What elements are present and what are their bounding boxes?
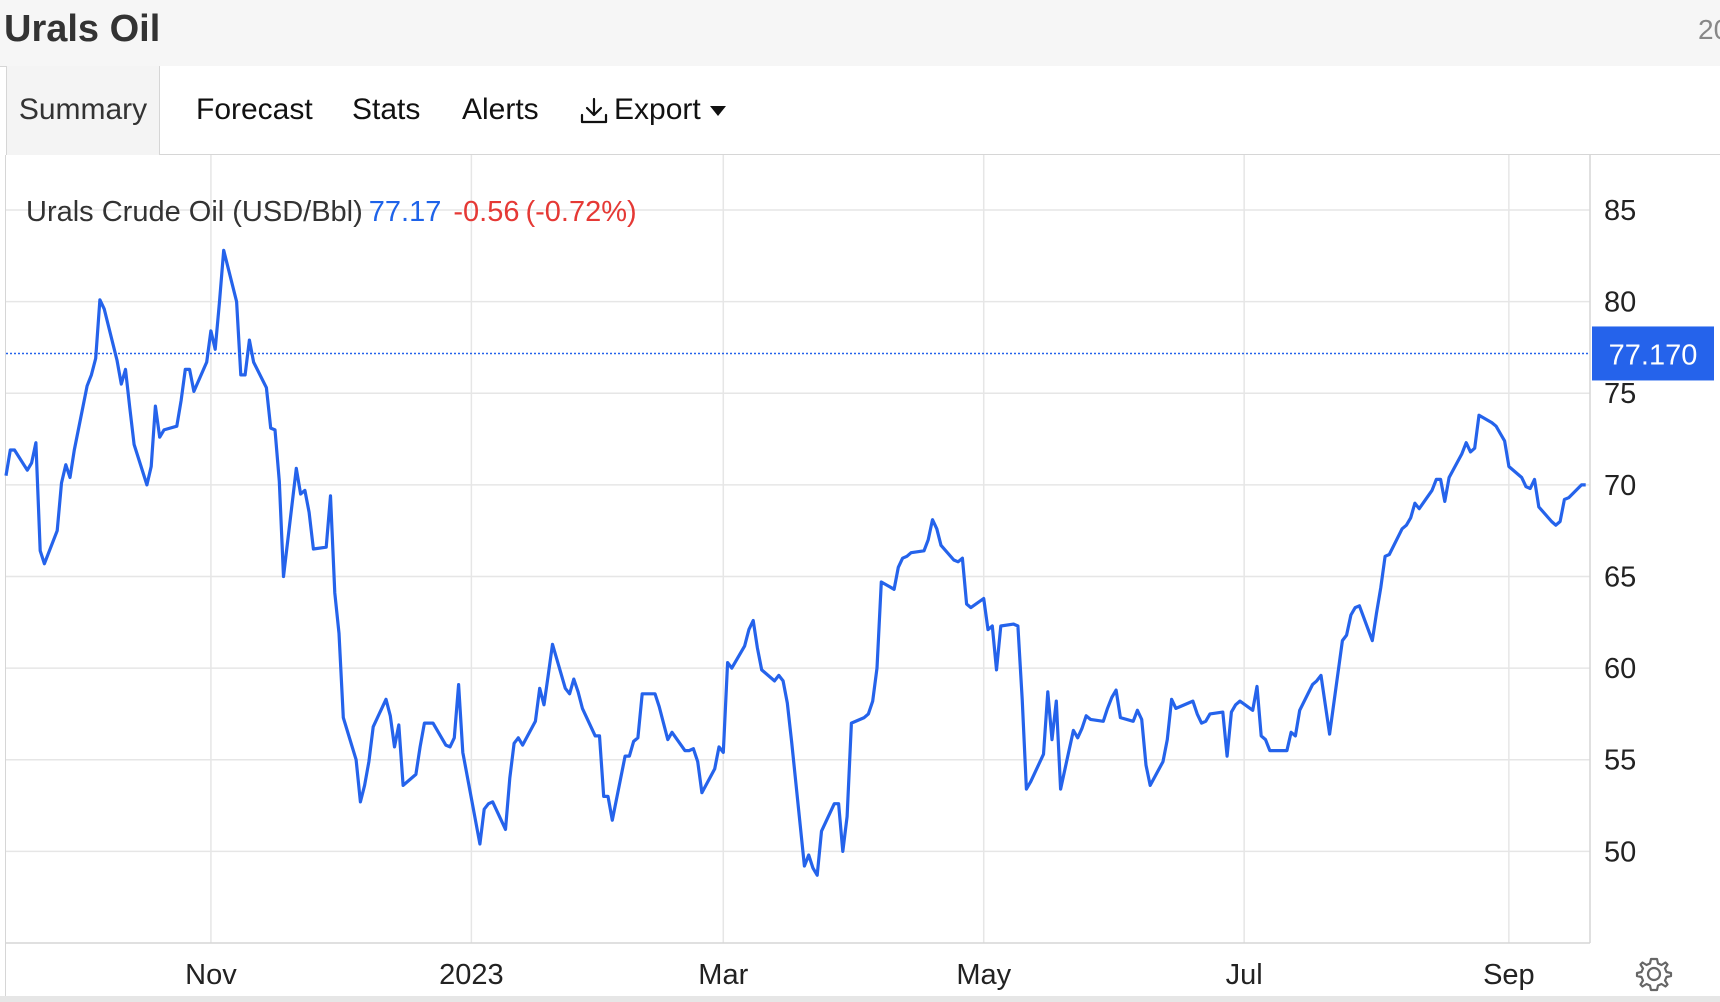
page-title: Urals Oil [4, 8, 161, 50]
chart-legend: Urals Crude Oil (USD/Bbl) 77.17 -0.56 (-0.7… [26, 196, 637, 229]
x-tick-label: Sep [1483, 959, 1535, 991]
x-axis: Nov 2023 Mar May Jul Sep [185, 959, 1535, 991]
tab-summary-label: Summary [18, 93, 148, 126]
grid-lines [6, 155, 1591, 944]
last-price-value: 77.170 [1609, 339, 1698, 371]
tab-summary[interactable]: Summary [6, 66, 160, 155]
y-tick-label: 50 [1604, 836, 1636, 868]
x-tick-label: Mar [698, 959, 748, 991]
y-tick-label: 75 [1604, 378, 1636, 410]
export-button[interactable]: Export [578, 66, 727, 154]
x-tick-label: 2023 [439, 959, 504, 991]
tab-forecast-label: Forecast [196, 93, 313, 126]
tab-bar: Summary Forecast Stats Alerts Export [6, 66, 1720, 155]
y-tick-label: 65 [1604, 561, 1636, 593]
x-tick-label: Nov [185, 959, 237, 991]
title-bar: Urals Oil 20 [0, 0, 1720, 67]
legend-change: -0.56 [453, 196, 520, 228]
legend-change-pct: (-0.72%) [525, 196, 637, 228]
tab-alerts[interactable]: Alerts [462, 66, 539, 154]
x-tick-label: Jul [1226, 959, 1263, 991]
last-price-label: 77.170 [1592, 326, 1714, 381]
price-chart[interactable]: Nov 2023 Mar May Jul Sep 50 55 60 65 70 75 80 85 77.… [0, 155, 1720, 1002]
y-tick-label: 55 [1604, 745, 1636, 777]
y-axis: 50 55 60 65 70 75 80 85 [1604, 195, 1636, 868]
gear-icon[interactable] [1634, 954, 1674, 994]
tab-stats-label: Stats [352, 93, 421, 126]
download-icon [580, 97, 608, 124]
y-tick-label: 60 [1604, 653, 1636, 685]
y-tick-label: 80 [1604, 287, 1636, 319]
y-tick-label: 85 [1604, 195, 1636, 227]
tab-stats[interactable]: Stats [352, 66, 420, 154]
bottom-strip [0, 996, 1720, 1002]
export-label: Export [614, 93, 701, 126]
series-line[interactable] [4, 248, 1586, 877]
y-tick-label: 70 [1604, 470, 1636, 502]
caret-down-icon [709, 106, 726, 117]
tab-forecast[interactable]: Forecast [196, 66, 313, 154]
tab-alerts-label: Alerts [462, 93, 539, 126]
title-date-fragment: 20 [1698, 14, 1720, 45]
legend-price: 77.17 [368, 196, 442, 228]
legend-series-name: Urals Crude Oil (USD/Bbl) [26, 196, 363, 228]
x-tick-label: May [956, 959, 1011, 991]
